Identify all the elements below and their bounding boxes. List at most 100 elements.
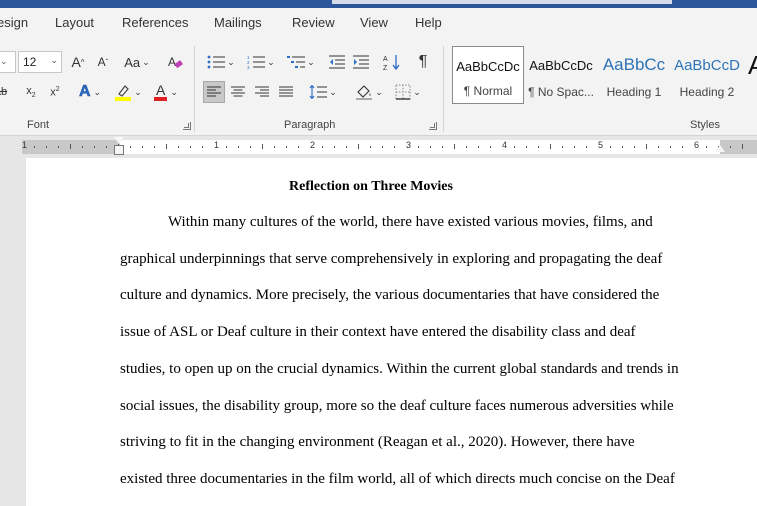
tab-review[interactable]: Review [292,15,335,30]
align-left-button[interactable] [203,81,225,103]
strikethrough-icon: ab [0,86,8,98]
font-color-button[interactable]: A ⌄ [150,81,182,103]
ruler-tick [442,146,443,148]
style-heading-1[interactable]: AaBbCc Heading 1 [598,46,670,104]
strikethrough-button[interactable]: ab [0,81,8,103]
tab-references[interactable]: References [122,15,188,30]
align-right-button[interactable] [251,81,273,103]
chevron-down-icon: ⌄ [170,86,178,97]
decrease-indent-button[interactable] [326,51,348,73]
font-size-field[interactable]: 12 ⌄ [18,51,62,73]
ruler-tick [658,146,659,148]
clear-formatting-button[interactable]: A [164,51,186,73]
tab-view[interactable]: View [360,15,388,30]
style-no-spacing[interactable]: AaBbCcDc ¶ No Spac... [525,46,597,104]
ruler-number: 2 [310,140,316,150]
sort-button[interactable]: AZ [381,51,403,73]
document-line: issue of ASL or Deaf culture in their co… [120,324,636,340]
ruler-tick [178,146,179,148]
font-color-icon: A [154,83,168,101]
chevron-down-icon: ⌄ [93,86,102,97]
font-dialog-launcher[interactable] [183,122,191,130]
ruler-tick [550,144,551,149]
right-indent-marker[interactable] [715,145,725,152]
style-name: ¶ Normal [463,84,513,98]
ruler-tick [34,146,35,148]
document-title: Reflection on Three Movies [289,179,453,194]
ruler-tick [574,146,575,148]
highlight-color-button[interactable]: ⌄ [112,81,144,103]
multilevel-list-button[interactable]: ⌄ [284,51,318,73]
grow-font-button[interactable]: A ^ [67,51,89,73]
style-name: Heading 1 [606,85,662,99]
subscript-button[interactable]: x2 [20,81,42,103]
text-effects-icon: A [78,83,91,101]
document-line: culture and dynamics. More precisely, th… [120,287,660,303]
svg-text:3: 3 [247,65,250,69]
superscript-button[interactable]: x2 [44,81,66,103]
chevron-down-icon: ⌄ [227,56,235,67]
tab-mailings[interactable]: Mailings [214,15,262,30]
ruler-number: 6 [694,140,700,150]
document-line: Within many cultures of the world, there… [168,214,653,230]
document-line: graphical underpinnings that serve compr… [120,251,663,267]
chevron-down-icon: ⌄ [142,56,150,67]
tab-layout[interactable]: Layout [55,15,94,30]
tab-design[interactable]: esign [0,15,28,30]
search-box[interactable] [332,0,672,4]
first-line-indent-marker[interactable] [114,137,124,144]
ruler-tick [622,146,623,148]
ruler-tick [514,146,515,148]
shrink-font-icon: A [97,55,106,69]
bullets-button[interactable]: ⌄ [204,51,238,73]
borders-button[interactable]: ⌄ [391,81,425,103]
ruler-tick [418,146,419,148]
ruler-tick [610,146,611,148]
numbering-icon: 123 [247,55,266,69]
shading-button[interactable]: ⌄ [352,81,386,103]
ruler-tick [634,146,635,148]
ruler-tick [742,144,743,149]
style-title-preview[interactable]: A [748,50,757,81]
svg-text:A: A [383,56,388,63]
shrink-font-button[interactable]: Aˇ [92,51,114,73]
font-name-dropdown[interactable]: ⌄ [0,51,16,73]
show-formatting-button[interactable]: ¶ [412,51,434,73]
left-indent-marker[interactable] [114,145,124,155]
chevron-down-icon: ⌄ [134,86,142,97]
decrease-indent-icon [329,55,345,69]
ruler-tick [490,146,491,148]
ruler-tick [322,146,323,148]
font-size-value: 12 [23,55,37,69]
ribbon: ⌄ 12 ⌄ A^ Aˇ Aa⌄ A ab x2 x2 A⌄ ⌄ A ⌄ Fon… [0,40,757,136]
borders-icon [395,84,411,100]
chevron-down-icon: ⌄ [413,86,421,97]
align-center-button[interactable] [227,81,249,103]
justify-button[interactable] [275,81,297,103]
style-normal[interactable]: AaBbCcDc ¶ Normal [452,46,524,104]
change-case-button[interactable]: Aa ⌄ [122,51,152,73]
group-divider [443,46,444,132]
style-heading-2[interactable]: AaBbCcD Heading 2 [671,46,743,104]
clear-formatting-icon: A [168,55,183,69]
text-effects-button[interactable]: A ⌄ [75,81,105,103]
ruler-number: 5 [598,140,604,150]
ruler-tick [706,146,707,148]
horizontal-ruler[interactable]: 1 1 2 3 4 5 6 [0,137,757,157]
tab-help[interactable]: Help [415,15,442,30]
style-preview: AaBbCc [602,55,666,74]
ruler-tick [262,144,263,149]
ruler-tick [646,144,647,149]
ruler-tick [430,146,431,148]
justify-icon [279,86,293,97]
increase-indent-icon [353,55,369,69]
ruler-tick [70,144,71,149]
bullets-icon [207,55,226,69]
increase-indent-button[interactable] [350,51,372,73]
numbering-button[interactable]: 123 ⌄ [244,51,278,73]
subscript-icon: x2 [26,84,36,100]
line-spacing-button[interactable]: ⌄ [306,81,340,103]
document-page[interactable]: Reflection on Three Movies Within many c… [26,158,757,506]
paragraph-dialog-launcher[interactable] [429,122,437,130]
superscript-icon: x2 [50,85,60,99]
